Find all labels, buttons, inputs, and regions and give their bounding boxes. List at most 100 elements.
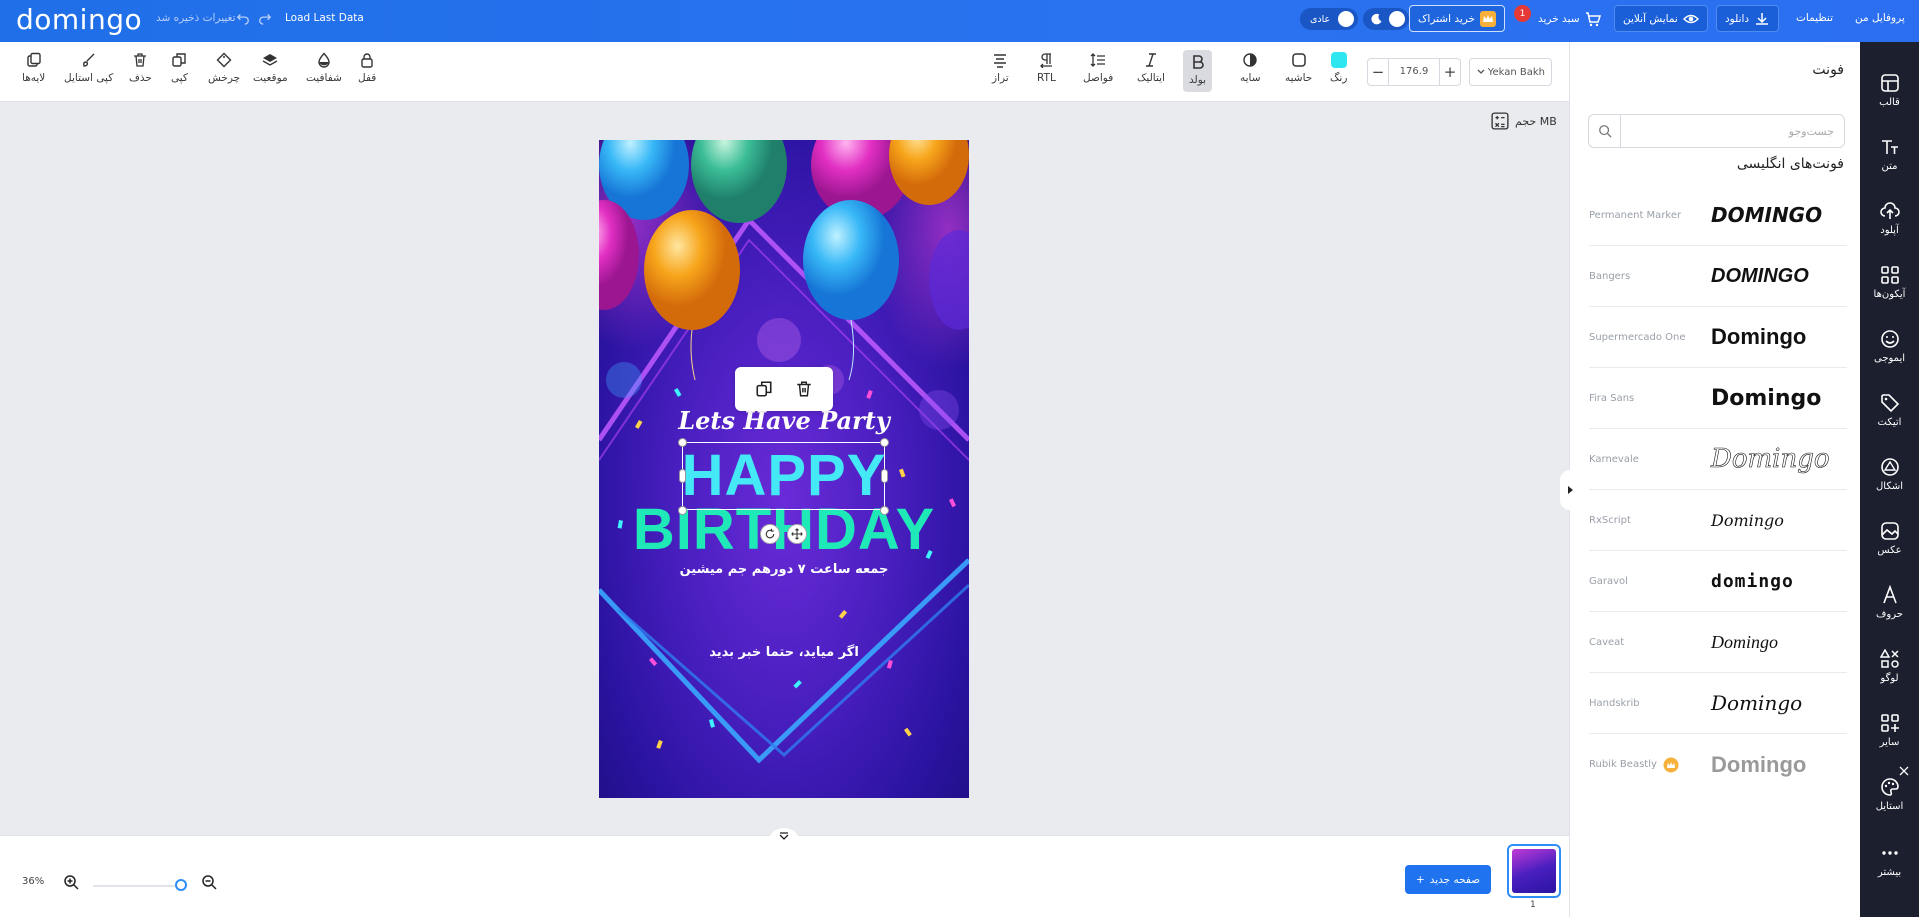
- shapes-icon: [1880, 457, 1900, 477]
- font-family-select[interactable]: Yekan Bakh: [1469, 58, 1552, 86]
- rail-photo[interactable]: عکس: [1860, 521, 1919, 556]
- redo-icon[interactable]: [258, 11, 272, 25]
- font-size-stepper[interactable]: − 176.9 +: [1367, 58, 1461, 86]
- rail-text[interactable]: متن: [1860, 137, 1919, 172]
- resize-handle-left[interactable]: [679, 469, 686, 483]
- zoom-slider[interactable]: [93, 885, 183, 887]
- app-logo[interactable]: domingo: [16, 3, 142, 36]
- dark-mode-toggle[interactable]: [1363, 8, 1409, 30]
- position-tool[interactable]: موقعیت: [253, 52, 288, 84]
- more-dots-icon: [1880, 843, 1900, 863]
- font-item-rubik-beastly[interactable]: Rubik Beastly Domingo: [1589, 734, 1847, 795]
- font-preview: domingo: [1711, 570, 1794, 592]
- opacity-tool[interactable]: شفافیت: [306, 52, 342, 84]
- rail-letters[interactable]: حروف: [1860, 585, 1919, 620]
- plus-icon[interactable]: +: [1440, 63, 1460, 81]
- resize-handle-bl[interactable]: [678, 506, 687, 515]
- font-item-fira-sans[interactable]: Fira Sans Domingo: [1589, 368, 1847, 429]
- spacing-tool[interactable]: فواصل: [1083, 52, 1113, 84]
- minus-icon[interactable]: −: [1368, 63, 1388, 81]
- volume-label: حجم MB: [1515, 114, 1557, 128]
- font-item-permanent-marker[interactable]: Permanent Marker DOMINGO: [1589, 185, 1847, 246]
- profile-link[interactable]: پروفایل من: [1855, 12, 1905, 24]
- rail-upload[interactable]: آپلود: [1860, 201, 1919, 236]
- color-tool[interactable]: رنگ: [1330, 52, 1347, 84]
- panel-collapse-button[interactable]: [1560, 470, 1580, 510]
- resize-handle-right[interactable]: [881, 469, 888, 483]
- font-preview: Domingo: [1711, 385, 1822, 411]
- rail-shapes[interactable]: اشکال: [1860, 457, 1919, 492]
- lock-tool[interactable]: قفل: [358, 52, 376, 84]
- resize-handle-br[interactable]: [880, 506, 889, 515]
- rotate-handle-icon[interactable]: [760, 524, 780, 544]
- rotate-tool[interactable]: چرخش: [208, 52, 240, 84]
- zoom-percent: 36%: [22, 876, 45, 887]
- rail-emoji[interactable]: ایموجی: [1860, 329, 1919, 364]
- font-search[interactable]: جست‌وجو: [1588, 114, 1845, 148]
- load-last-data-button[interactable]: Load Last Data: [285, 12, 364, 24]
- template-icon: [1880, 73, 1900, 93]
- chevron-down-icon: [1476, 67, 1486, 77]
- moon-icon: [1371, 13, 1383, 25]
- search-input[interactable]: جست‌وجو: [1621, 125, 1844, 138]
- align-tool[interactable]: تراز: [992, 52, 1009, 84]
- cart-button[interactable]: سبد خرید: [1530, 5, 1609, 32]
- rail-style[interactable]: استایل: [1860, 777, 1919, 812]
- copy-style-tool[interactable]: کپی استایل: [64, 52, 113, 84]
- font-family-value: Yekan Bakh: [1487, 66, 1545, 78]
- top-bar: domingo تغییرات ذخیره شد Load Last Data …: [0, 0, 1919, 42]
- font-item-karnevale[interactable]: Karnevale Domingo: [1589, 429, 1847, 490]
- resize-handle-tr[interactable]: [880, 438, 889, 447]
- rtl-tool[interactable]: RTL: [1037, 52, 1056, 84]
- rail-icons[interactable]: آیکون‌ها: [1860, 265, 1919, 300]
- resize-handle-tl[interactable]: [678, 438, 687, 447]
- new-page-button[interactable]: + صفحه جدید: [1405, 865, 1491, 894]
- selection-box[interactable]: [682, 442, 885, 510]
- zoom-in-icon[interactable]: [63, 874, 79, 890]
- duplicate-icon[interactable]: [755, 380, 773, 398]
- shadow-tool[interactable]: سایه: [1240, 52, 1261, 84]
- undo-icon[interactable]: [236, 11, 250, 25]
- settings-link[interactable]: تنظیمات: [1796, 12, 1833, 24]
- font-item-handskrib[interactable]: Handskrib Domingo: [1589, 673, 1847, 734]
- mode-label: عادی: [1310, 13, 1331, 25]
- online-preview-button[interactable]: نمایش آنلاین: [1614, 5, 1708, 32]
- move-handle-icon[interactable]: [787, 524, 807, 544]
- rail-sticker-label: اتیکت: [1877, 417, 1902, 428]
- font-item-rxscript[interactable]: RxScript Domingo: [1589, 490, 1847, 551]
- border-tool[interactable]: حاشیه: [1285, 52, 1312, 84]
- page-thumbnail[interactable]: [1507, 844, 1561, 898]
- search-icon[interactable]: [1589, 115, 1621, 147]
- zoom-out-icon[interactable]: [201, 874, 217, 890]
- rail-other[interactable]: سایر: [1860, 713, 1919, 748]
- copy-tool[interactable]: کپی: [171, 52, 188, 84]
- rail-template-label: قالب: [1879, 97, 1900, 108]
- font-preview: Domingo: [1711, 631, 1778, 652]
- zoom-slider-knob[interactable]: [175, 879, 187, 891]
- rail-template[interactable]: قالب: [1860, 73, 1919, 108]
- font-item-caveat[interactable]: Caveat Domingo: [1589, 612, 1847, 673]
- buy-subscription-button[interactable]: خرید اشتراک: [1409, 5, 1506, 32]
- rail-logo[interactable]: لوگو: [1860, 649, 1919, 684]
- square-icon: [1291, 52, 1307, 68]
- layers-tool[interactable]: لایه‌ها: [22, 52, 45, 84]
- font-size-value[interactable]: 176.9: [1388, 59, 1440, 85]
- trash-icon[interactable]: [795, 380, 813, 398]
- calculator-icon[interactable]: [1491, 112, 1509, 130]
- cart-count-badge: 1: [1514, 5, 1531, 22]
- rsvp-text[interactable]: اگر میاید، حتما خبر بدید: [599, 645, 969, 660]
- rail-more[interactable]: بیشتر: [1860, 843, 1919, 878]
- font-item-supermercado-one[interactable]: Supermercado One Domingo: [1589, 307, 1847, 368]
- eye-icon: [1682, 11, 1699, 27]
- rail-sticker[interactable]: اتیکت: [1860, 393, 1919, 428]
- font-item-bangers[interactable]: Bangers DOMINGO: [1589, 246, 1847, 307]
- bold-tool[interactable]: بولد: [1183, 50, 1213, 92]
- italic-tool[interactable]: ایتالیک: [1137, 52, 1165, 84]
- mode-toggle[interactable]: عادی: [1300, 8, 1359, 30]
- delete-tool[interactable]: حذف: [129, 52, 152, 84]
- close-style-icon[interactable]: [1899, 766, 1911, 778]
- download-button[interactable]: دانلود: [1716, 5, 1780, 32]
- font-item-garavol[interactable]: Garavol domingo: [1589, 551, 1847, 612]
- cart-count: 1: [1519, 8, 1526, 19]
- event-time-text[interactable]: جمعه ساعت ۷ دورهم جم میشین: [599, 562, 969, 577]
